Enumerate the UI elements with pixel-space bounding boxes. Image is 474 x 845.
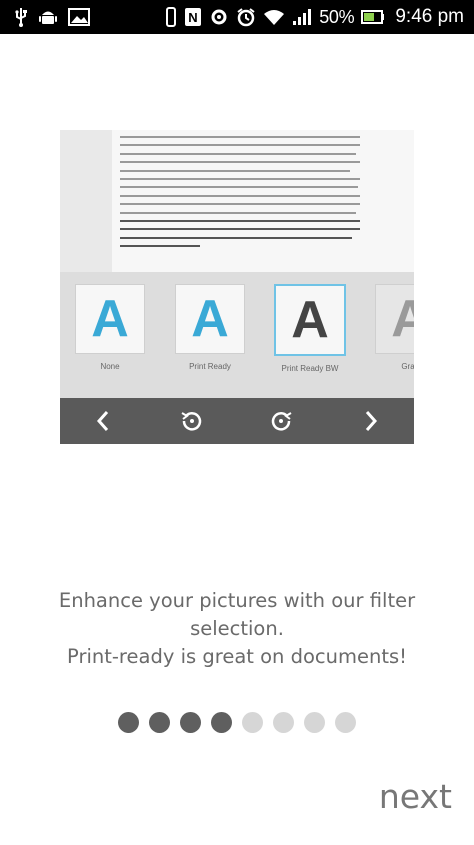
filter-letter: A	[91, 290, 129, 348]
nfc-icon: N	[184, 7, 202, 27]
wifi-icon	[263, 8, 285, 26]
document-text-line	[120, 245, 200, 248]
filter-strip: A None A Print Ready A Print Ready BW A …	[60, 272, 414, 398]
filter-none: A None	[74, 284, 146, 371]
tutorial-preview-image: A None A Print Ready A Print Ready BW A …	[60, 130, 414, 444]
document-text-line	[120, 194, 360, 197]
document-text-line	[120, 228, 360, 231]
filter-gray: A Gray	[374, 284, 414, 371]
filter-letter: A	[391, 290, 414, 348]
filter-print-ready-bw: A Print Ready BW	[274, 284, 346, 373]
page-indicator	[0, 712, 474, 733]
clock: 9:46 pm	[395, 6, 464, 27]
rotate-right-icon	[266, 406, 296, 436]
document-text-line	[120, 161, 360, 164]
next-button[interactable]: next	[379, 777, 452, 816]
document-text-line	[120, 169, 350, 172]
filter-label: Print Ready BW	[281, 364, 339, 373]
filter-letter: A	[291, 291, 329, 349]
alarm-icon	[236, 7, 256, 27]
document-text-line	[120, 152, 356, 155]
document-text-line	[120, 136, 360, 138]
page-dot	[304, 712, 325, 733]
document-page	[112, 130, 414, 272]
usb-icon	[14, 7, 28, 27]
page-dot	[180, 712, 201, 733]
filter-thumb-selected: A	[274, 284, 346, 356]
document-text-line	[120, 178, 360, 180]
document-text-line	[120, 211, 356, 214]
message-line-3: Print-ready is great on documents!	[67, 645, 407, 668]
page-dot	[149, 712, 170, 733]
message-line-1: Enhance your pictures with our filter	[58, 589, 416, 612]
battery-icon	[361, 9, 385, 25]
battery-percent: 50%	[319, 6, 355, 27]
rotate-left-icon	[177, 406, 207, 436]
document-preview	[60, 130, 414, 272]
page-dot	[335, 712, 356, 733]
tutorial-message: Enhance your pictures with our filter se…	[0, 587, 474, 671]
page-dot	[118, 712, 139, 733]
message-line-2: selection.	[190, 617, 284, 640]
android-icon	[38, 7, 58, 27]
filter-label: None	[100, 362, 120, 371]
document-text-line	[120, 236, 352, 239]
filter-thumb: A	[75, 284, 145, 354]
status-bar: N 50% 9:46 pm	[0, 0, 474, 34]
preview-toolbar	[60, 398, 414, 444]
filter-thumb: A	[175, 284, 245, 354]
chevron-right-icon	[356, 406, 386, 436]
page-dot	[242, 712, 263, 733]
settings-sync-icon	[209, 7, 229, 27]
svg-text:N: N	[189, 10, 198, 25]
vibrate-icon	[165, 7, 177, 27]
signal-icon	[292, 8, 312, 26]
image-icon	[68, 8, 90, 26]
filter-label: Gray	[401, 362, 414, 371]
filter-label: Print Ready	[189, 362, 231, 371]
filter-print-ready: A Print Ready	[174, 284, 246, 371]
page-dot	[273, 712, 294, 733]
page-dot	[211, 712, 232, 733]
document-text-line	[120, 144, 360, 147]
filter-thumb: A	[375, 284, 414, 354]
document-text-line	[120, 220, 360, 222]
document-text-line	[120, 203, 360, 206]
document-text-line	[120, 186, 358, 189]
chevron-left-icon	[88, 406, 118, 436]
filter-letter: A	[191, 290, 229, 348]
